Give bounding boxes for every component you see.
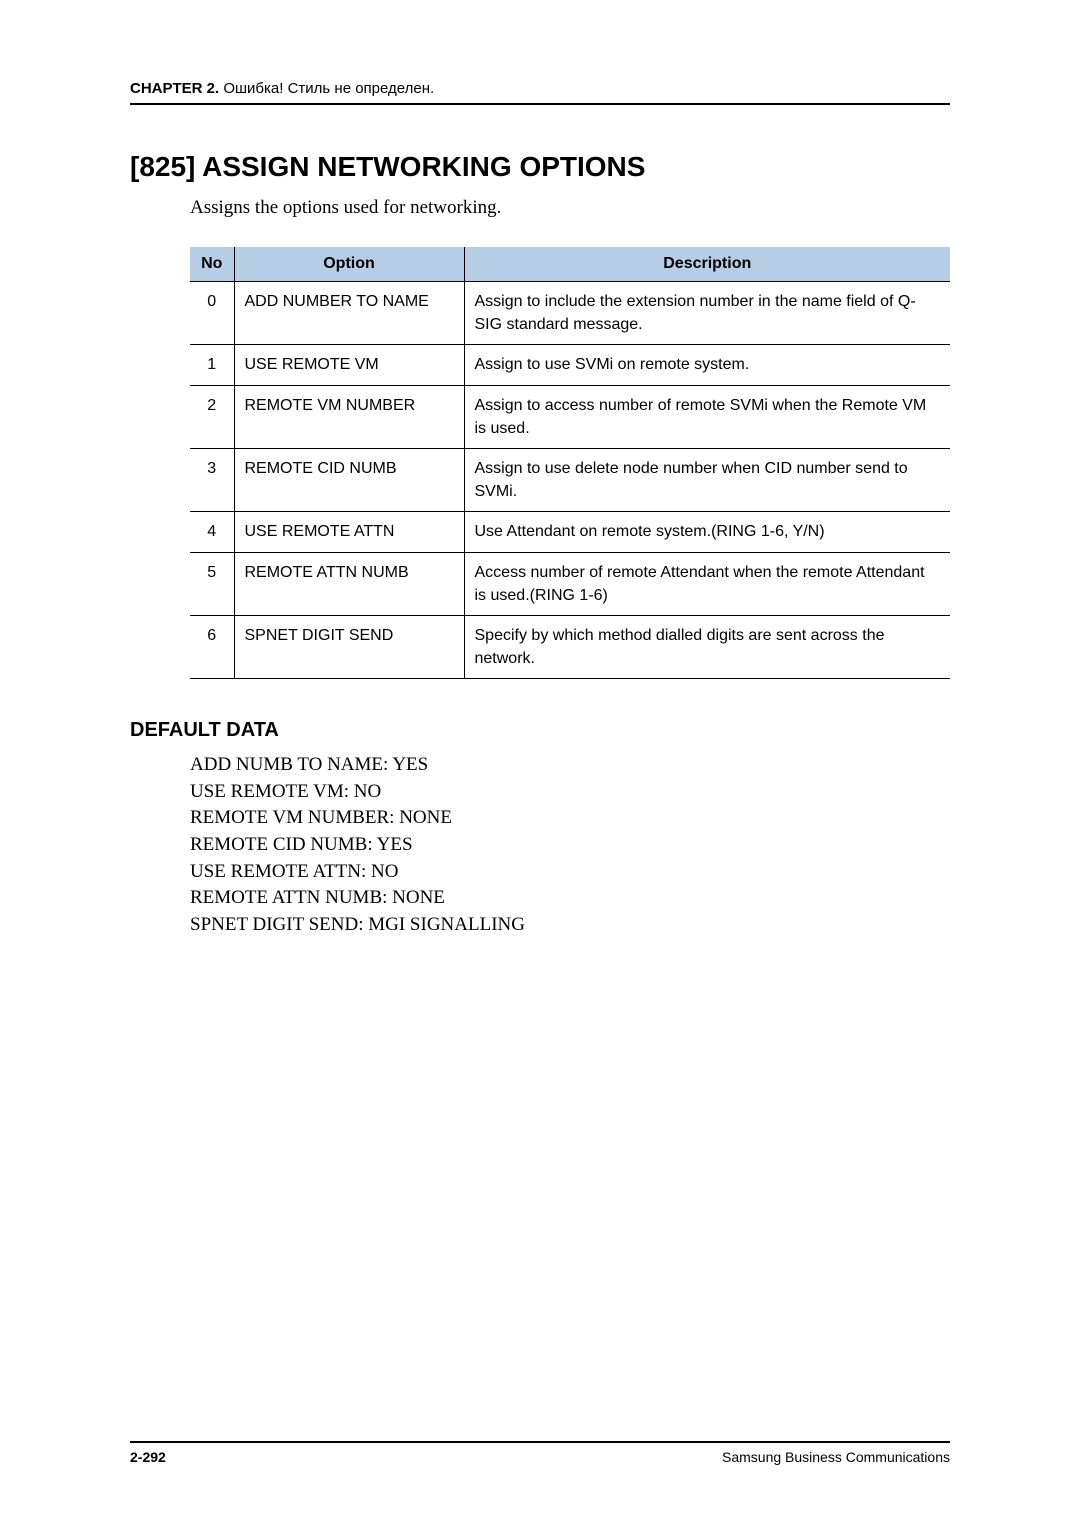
running-header: CHAPTER 2. Ошибка! Стиль не определен. <box>130 80 950 105</box>
cell-no: 3 <box>190 448 234 511</box>
default-data-heading: DEFAULT DATA <box>130 719 950 742</box>
default-data-line: USE REMOTE ATTN: NO <box>190 859 950 886</box>
cell-option: ADD NUMBER TO NAME <box>234 282 464 345</box>
cell-description: Assign to use delete node number when CI… <box>464 448 950 511</box>
cell-no: 5 <box>190 552 234 615</box>
default-data-line: ADD NUMB TO NAME: YES <box>190 752 950 779</box>
cell-description: Assign to use SVMi on remote system. <box>464 345 950 385</box>
cell-no: 4 <box>190 512 234 552</box>
page-number: 2-292 <box>130 1449 166 1465</box>
cell-no: 1 <box>190 345 234 385</box>
document-page: CHAPTER 2. Ошибка! Стиль не определен. [… <box>0 0 1080 1527</box>
table-row: 6 SPNET DIGIT SEND Specify by which meth… <box>190 615 950 678</box>
table-header-row: No Option Description <box>190 247 950 282</box>
cell-no: 0 <box>190 282 234 345</box>
cell-description: Assign to access number of remote SVMi w… <box>464 385 950 448</box>
cell-description: Specify by which method dialled digits a… <box>464 615 950 678</box>
options-table: No Option Description 0 ADD NUMBER TO NA… <box>190 247 950 679</box>
cell-option: USE REMOTE ATTN <box>234 512 464 552</box>
section-title: [825] ASSIGN NETWORKING OPTIONS <box>130 151 950 183</box>
cell-option: REMOTE CID NUMB <box>234 448 464 511</box>
cell-option: REMOTE ATTN NUMB <box>234 552 464 615</box>
footer-company: Samsung Business Communications <box>722 1449 950 1465</box>
th-option: Option <box>234 247 464 282</box>
chapter-rest: Ошибка! Стиль не определен. <box>219 80 434 97</box>
default-data-line: SPNET DIGIT SEND: MGI SIGNALLING <box>190 912 950 939</box>
table-row: 3 REMOTE CID NUMB Assign to use delete n… <box>190 448 950 511</box>
default-data-line: REMOTE CID NUMB: YES <box>190 832 950 859</box>
table-row: 4 USE REMOTE ATTN Use Attendant on remot… <box>190 512 950 552</box>
table-row: 1 USE REMOTE VM Assign to use SVMi on re… <box>190 345 950 385</box>
cell-description: Use Attendant on remote system.(RING 1-6… <box>464 512 950 552</box>
default-data-block: ADD NUMB TO NAME: YES USE REMOTE VM: NO … <box>190 752 950 938</box>
cell-option: USE REMOTE VM <box>234 345 464 385</box>
default-data-line: REMOTE VM NUMBER: NONE <box>190 805 950 832</box>
table-row: 2 REMOTE VM NUMBER Assign to access numb… <box>190 385 950 448</box>
th-no: No <box>190 247 234 282</box>
page-footer: 2-292 Samsung Business Communications <box>130 1441 950 1465</box>
cell-description: Access number of remote Attendant when t… <box>464 552 950 615</box>
cell-no: 2 <box>190 385 234 448</box>
cell-option: SPNET DIGIT SEND <box>234 615 464 678</box>
table-row: 0 ADD NUMBER TO NAME Assign to include t… <box>190 282 950 345</box>
section-intro: Assigns the options used for networking. <box>190 197 950 219</box>
th-description: Description <box>464 247 950 282</box>
cell-option: REMOTE VM NUMBER <box>234 385 464 448</box>
cell-description: Assign to include the extension number i… <box>464 282 950 345</box>
default-data-line: USE REMOTE VM: NO <box>190 779 950 806</box>
table-row: 5 REMOTE ATTN NUMB Access number of remo… <box>190 552 950 615</box>
cell-no: 6 <box>190 615 234 678</box>
default-data-line: REMOTE ATTN NUMB: NONE <box>190 885 950 912</box>
chapter-label: CHAPTER 2. <box>130 80 219 97</box>
